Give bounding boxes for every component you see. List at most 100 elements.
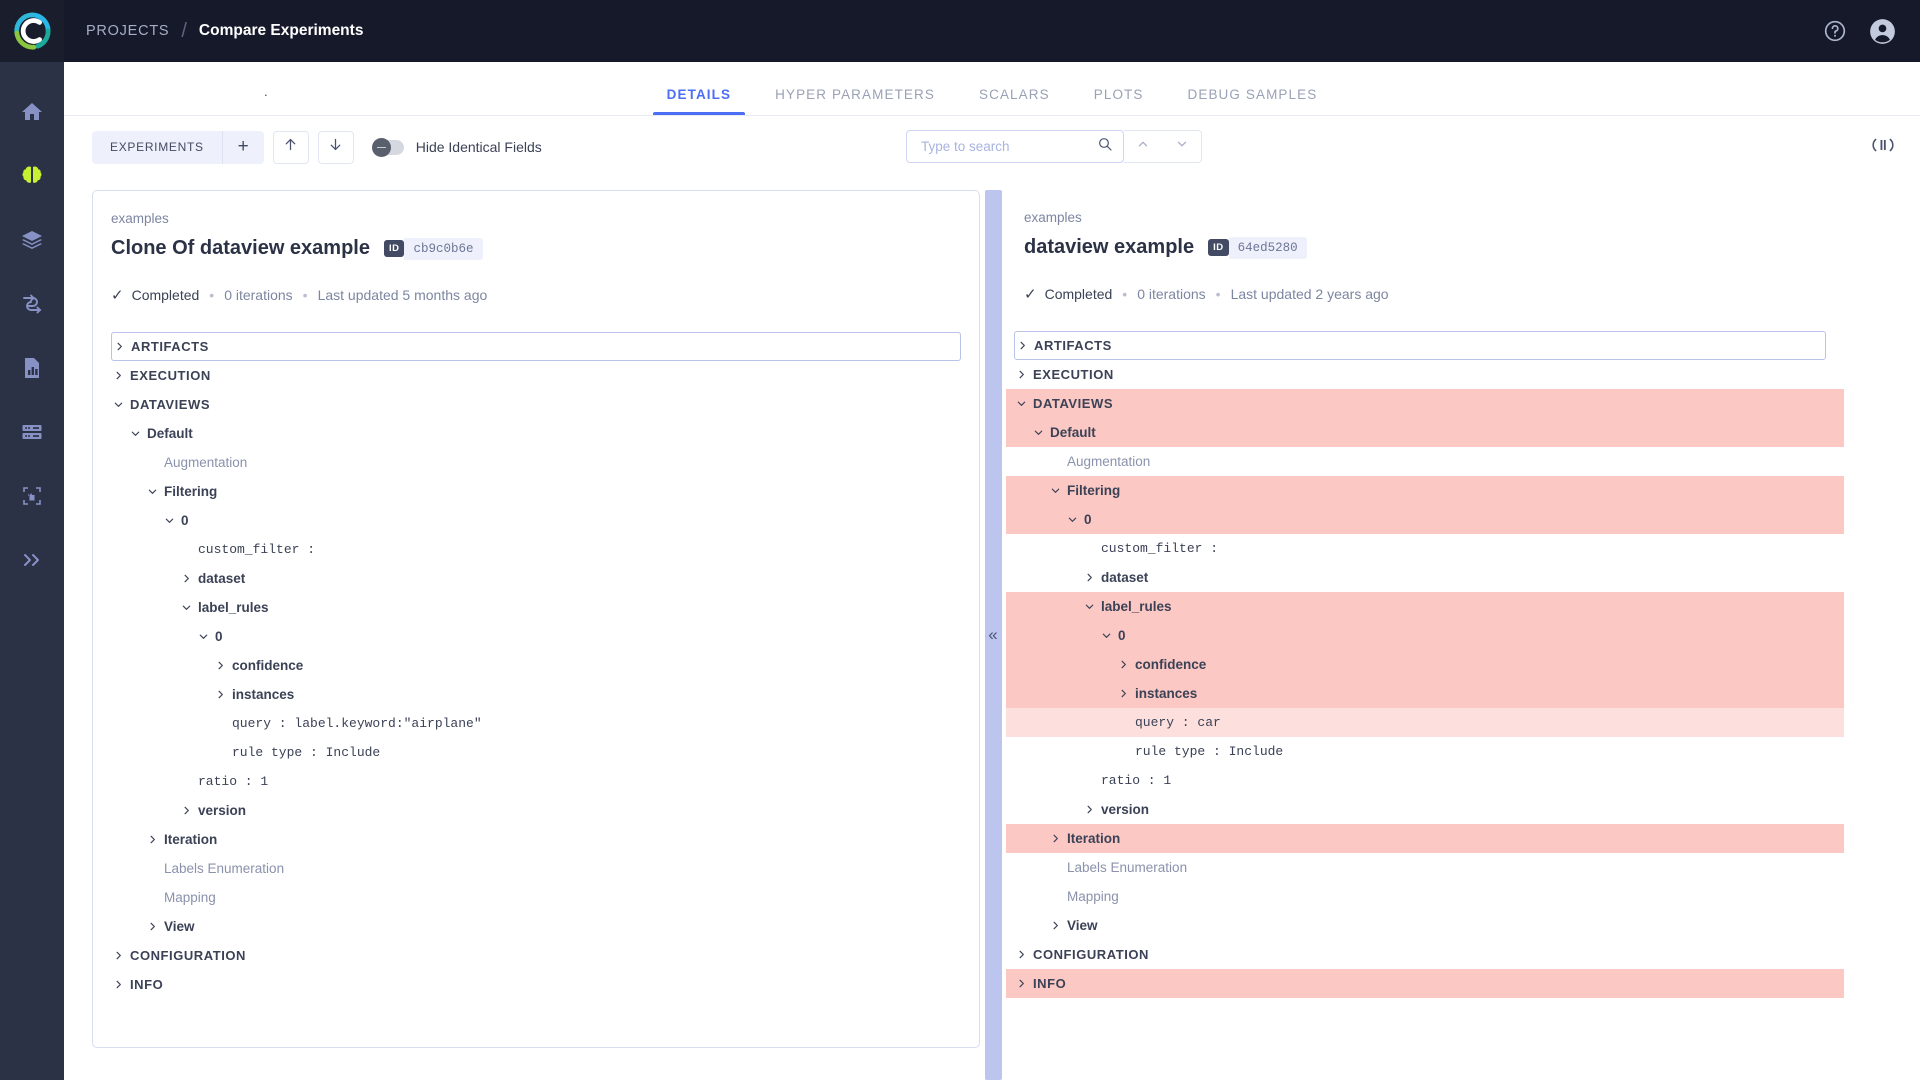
previous-match-button[interactable]	[1124, 131, 1163, 162]
chevron-right-icon[interactable]	[1082, 804, 1096, 815]
tree-row[interactable]: Iteration	[93, 825, 979, 854]
search-input[interactable]	[921, 139, 1097, 154]
tab-hyper-parameters[interactable]: HYPER PARAMETERS	[753, 88, 957, 116]
sidebar-item-workers[interactable]	[0, 400, 64, 464]
tab-details[interactable]: DETAILS	[645, 88, 753, 116]
tree-row[interactable]: Augmentation	[93, 448, 979, 477]
chevron-right-icon[interactable]	[1082, 572, 1096, 583]
tree-row[interactable]: DATAVIEWS	[1006, 389, 1844, 418]
sidebar-item-datasets[interactable]	[0, 208, 64, 272]
collapse-panel-button[interactable]: «	[985, 190, 1002, 1080]
tree-row[interactable]: View	[93, 912, 979, 941]
chevron-right-icon[interactable]	[111, 950, 125, 961]
tree-row[interactable]: EXECUTION	[1006, 360, 1844, 389]
chevron-right-icon[interactable]	[1014, 978, 1028, 989]
tree-row[interactable]: INFO	[1006, 969, 1844, 998]
experiments-button[interactable]: EXPERIMENTS	[92, 131, 222, 164]
clearml-logo[interactable]	[0, 0, 64, 62]
chevron-down-icon[interactable]	[1065, 514, 1079, 525]
chevron-down-icon[interactable]	[1099, 630, 1113, 641]
chevron-right-icon[interactable]	[1014, 949, 1028, 960]
chevron-right-icon[interactable]	[213, 689, 227, 700]
tree-row[interactable]: Filtering	[1006, 476, 1844, 505]
tree-row[interactable]: instances	[93, 680, 979, 709]
tree-row[interactable]: version	[1006, 795, 1844, 824]
tree-row[interactable]: 0	[1006, 621, 1844, 650]
move-down-button[interactable]	[318, 131, 354, 164]
tree-row[interactable]: query : car	[1006, 708, 1844, 737]
chevron-down-icon[interactable]	[145, 486, 159, 497]
chevron-right-icon[interactable]	[1048, 920, 1062, 931]
tree-row[interactable]: Iteration	[1006, 824, 1844, 853]
tree-row[interactable]: INFO	[93, 970, 979, 999]
chevron-down-icon[interactable]	[111, 399, 125, 410]
tree-row[interactable]: Mapping	[1006, 882, 1844, 911]
move-up-button[interactable]	[273, 131, 309, 164]
sidebar-item-reports[interactable]	[0, 336, 64, 400]
sidebar-item-pipelines[interactable]	[0, 272, 64, 336]
search-box[interactable]	[906, 130, 1124, 163]
chevron-right-icon[interactable]	[1116, 659, 1130, 670]
chevron-down-icon[interactable]	[128, 428, 142, 439]
help-circle-icon[interactable]	[1823, 19, 1847, 43]
chevron-down-icon[interactable]	[162, 515, 176, 526]
tree-row[interactable]: custom_filter :	[93, 535, 979, 564]
tree-row[interactable]: custom_filter :	[1006, 534, 1844, 563]
tree-row[interactable]: rule type : Include	[1006, 737, 1844, 766]
tree-row[interactable]: label_rules	[1006, 592, 1844, 621]
tree-row[interactable]: instances	[1006, 679, 1844, 708]
tree-row[interactable]: label_rules	[93, 593, 979, 622]
next-match-button[interactable]	[1163, 131, 1202, 162]
breadcrumb-projects[interactable]: PROJECTS	[86, 23, 169, 39]
chevron-right-icon[interactable]	[1048, 833, 1062, 844]
chevron-right-icon[interactable]	[111, 979, 125, 990]
tree-row[interactable]: Mapping	[93, 883, 979, 912]
tree-row[interactable]: 0	[93, 622, 979, 651]
project-name[interactable]: examples	[111, 211, 961, 226]
chevron-down-icon[interactable]	[196, 631, 210, 642]
tab-scalars[interactable]: SCALARS	[957, 88, 1072, 116]
chevron-down-icon[interactable]	[1031, 427, 1045, 438]
chevron-right-icon[interactable]	[179, 805, 193, 816]
tree-row[interactable]: DATAVIEWS	[93, 390, 979, 419]
chevron-down-icon[interactable]	[179, 602, 193, 613]
experiment-id-chip[interactable]: ID cb9c0b6e	[384, 238, 483, 260]
chevron-down-icon[interactable]	[1014, 398, 1028, 409]
chevron-right-icon[interactable]	[1015, 340, 1029, 351]
chevron-right-icon[interactable]	[179, 573, 193, 584]
search-icon[interactable]	[1097, 136, 1113, 157]
tree-row[interactable]: Labels Enumeration	[93, 854, 979, 883]
tree-row[interactable]: rule type : Include	[93, 738, 979, 767]
chevron-right-icon[interactable]	[1014, 369, 1028, 380]
account-circle-icon[interactable]	[1869, 18, 1896, 45]
tree-row[interactable]: ARTIFACTS	[111, 332, 961, 361]
tree-row[interactable]: Filtering	[93, 477, 979, 506]
tab-debug-samples[interactable]: DEBUG SAMPLES	[1166, 88, 1340, 116]
tab-plots[interactable]: PLOTS	[1072, 88, 1166, 116]
tree-row[interactable]: ARTIFACTS	[1014, 331, 1826, 360]
tree-row[interactable]: dataset	[93, 564, 979, 593]
tree-row[interactable]: Default	[1006, 418, 1844, 447]
sidebar-item-projects[interactable]	[0, 144, 64, 208]
tree-row[interactable]: Default	[93, 419, 979, 448]
tree-row[interactable]: dataset	[1006, 563, 1844, 592]
sidebar-item-annotations[interactable]	[0, 464, 64, 528]
experiment-id-chip[interactable]: ID 64ed5280	[1208, 237, 1307, 259]
tree-row[interactable]: EXECUTION	[93, 361, 979, 390]
chevron-down-icon[interactable]	[1048, 485, 1062, 496]
tree-row[interactable]: ratio : 1	[93, 767, 979, 796]
chevron-right-icon[interactable]	[112, 341, 126, 352]
chevron-down-icon[interactable]	[1082, 601, 1096, 612]
tree-row[interactable]: confidence	[93, 651, 979, 680]
chevron-right-icon[interactable]	[111, 370, 125, 381]
tree-row[interactable]: ratio : 1	[1006, 766, 1844, 795]
project-name[interactable]: examples	[1024, 210, 1826, 225]
tree-row[interactable]: Labels Enumeration	[1006, 853, 1844, 882]
tree-row[interactable]: 0	[1006, 505, 1844, 534]
chevron-right-icon[interactable]	[213, 660, 227, 671]
sidebar-item-applications[interactable]	[0, 528, 64, 592]
tree-row[interactable]: version	[93, 796, 979, 825]
add-experiment-button[interactable]: +	[222, 131, 264, 164]
tree-row[interactable]: Augmentation	[1006, 447, 1844, 476]
hide-identical-fields-toggle[interactable]: Hide Identical Fields	[372, 139, 542, 155]
